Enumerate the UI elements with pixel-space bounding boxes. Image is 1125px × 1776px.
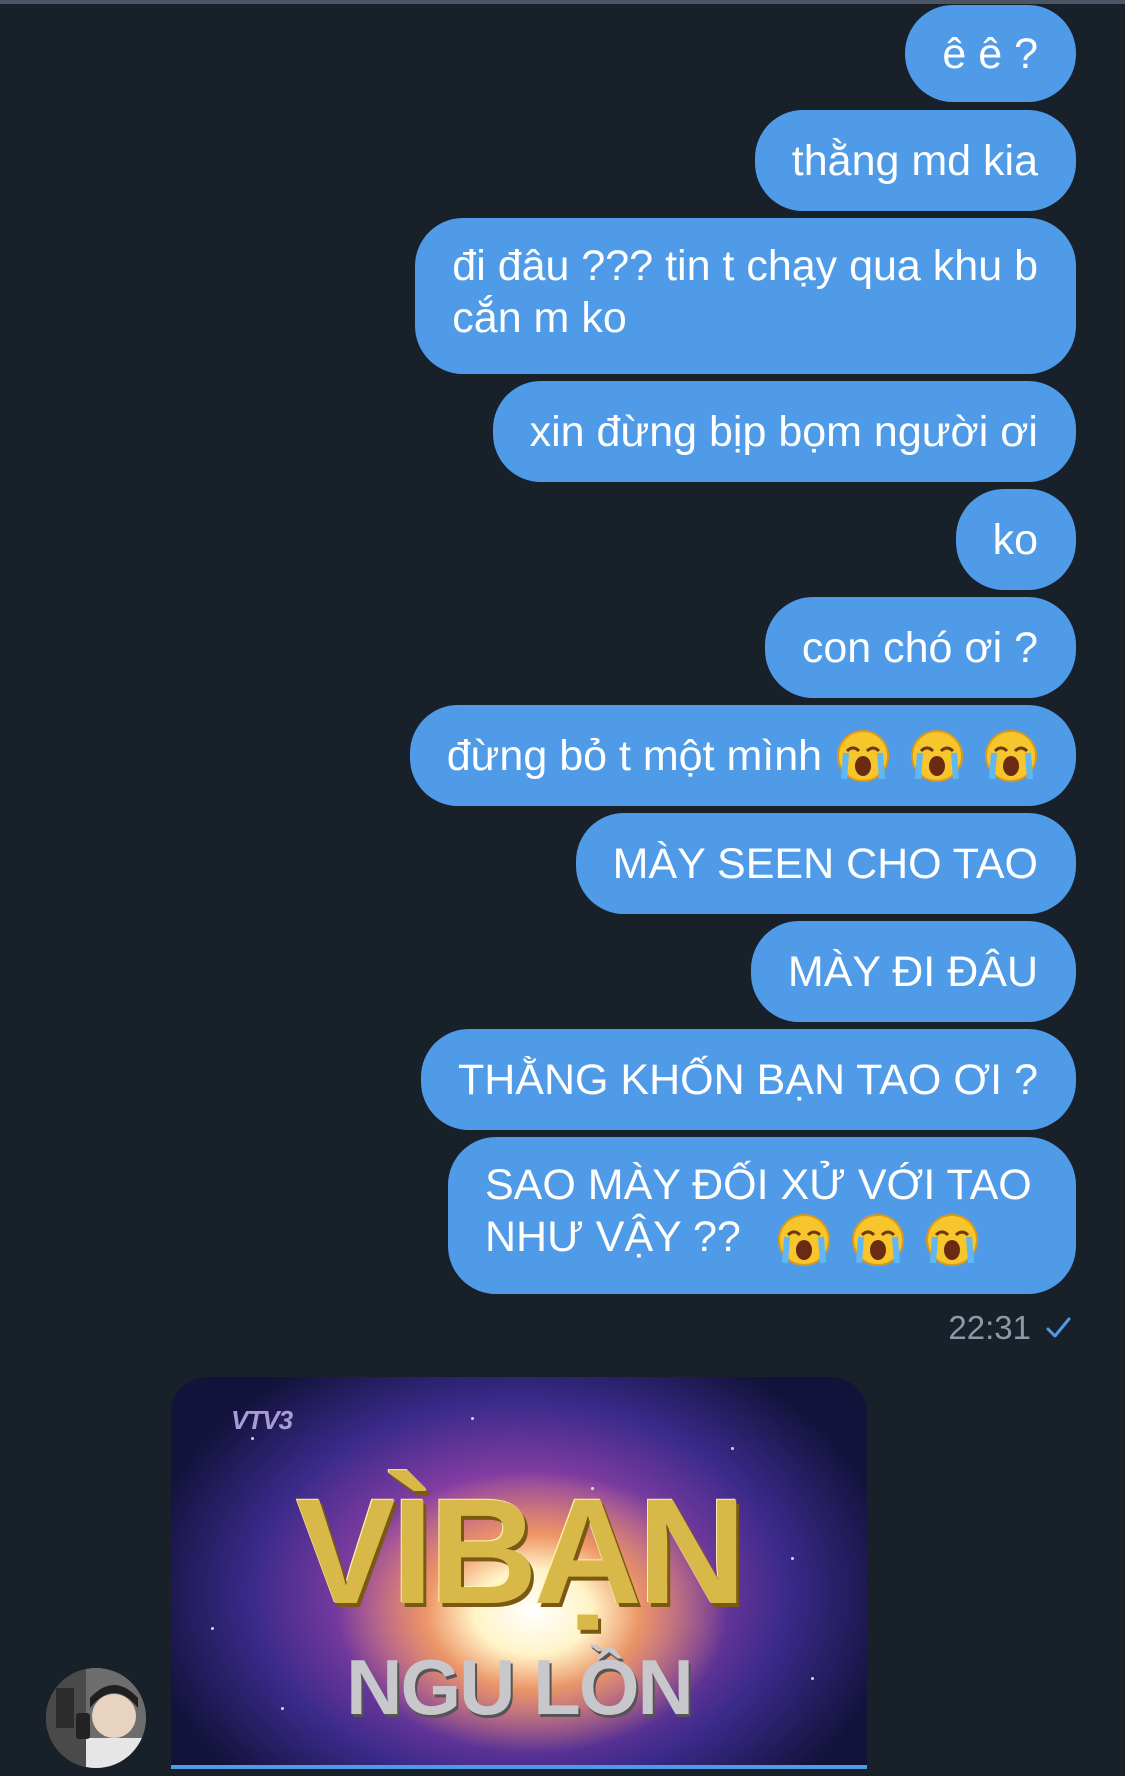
message-text: con chó ơi ? (801, 623, 1038, 672)
image-bottom-edge (171, 1765, 867, 1769)
loudly-crying-face-icon (837, 730, 890, 783)
image-title: VÌBẠN (295, 1467, 747, 1635)
message-text-line: NHƯ VẬY ?? (485, 1213, 741, 1261)
emoji-group (836, 728, 1038, 784)
message-bubble[interactable]: con chó ơi ? (764, 597, 1076, 698)
message-text: THẰNG KHỐN BẠN TAO ƠI ? (457, 1055, 1038, 1104)
message-bubble[interactable]: đừng bỏ t một mình (409, 705, 1076, 806)
message-bubble[interactable]: MÀY ĐI ĐÂU (750, 921, 1076, 1022)
message-text-line: cắn m ko (452, 294, 627, 342)
message-bubble[interactable]: xin đừng bịp bọm người ơi (492, 381, 1076, 482)
message-text-line-with-emoji: NHƯ VẬY ?? (485, 1211, 1038, 1267)
loudly-crying-face-icon (925, 1214, 978, 1267)
message-text: đừng bỏ t một mình (446, 731, 823, 780)
message-bubble[interactable]: đi đâu ??? tin t chạy qua khu b cắn m ko (415, 218, 1076, 374)
message-text: ê ê ? (942, 29, 1038, 78)
image-message[interactable]: VTV3 VÌBẠN NGU LỒN (171, 1377, 867, 1769)
avatar-photo (46, 1668, 146, 1768)
message-bubble[interactable]: THẰNG KHỐN BẠN TAO ƠI ? (420, 1029, 1076, 1130)
message-text: MÀY SEEN CHO TAO (612, 839, 1038, 888)
avatar[interactable] (46, 1668, 146, 1768)
emoji-group (777, 1212, 979, 1268)
message-bubble[interactable]: SAO MÀY ĐỐI XỬ VỚI TAO NHƯ VẬY ?? (448, 1137, 1076, 1294)
channel-logo: VTV3 (231, 1405, 293, 1435)
message-text-line: đi đâu ??? tin t chạy qua khu b (452, 242, 1038, 290)
check-icon (1046, 1317, 1071, 1338)
message-text: ko (992, 515, 1038, 564)
message-bubble[interactable]: MÀY SEEN CHO TAO (575, 813, 1076, 914)
loudly-crying-face-icon (851, 1214, 904, 1267)
loudly-crying-face-icon (985, 730, 1037, 783)
loudly-crying-face-icon (911, 730, 964, 783)
message-text: xin đừng bịp bọm người ơi (529, 407, 1038, 456)
message-text-line: SAO MÀY ĐỐI XỬ VỚI TAO (485, 1161, 1032, 1209)
message-text: thằng md kia (791, 136, 1038, 185)
message-bubble[interactable]: ê ê ? (905, 5, 1076, 102)
message-status: 22:31 (948, 1308, 1073, 1348)
timestamp: 22:31 (948, 1309, 1031, 1346)
chat-thread[interactable]: ê ê ? thằng md kia đi đâu ??? tin t chạy… (0, 0, 1125, 1776)
message-bubble[interactable]: thằng md kia (754, 110, 1076, 211)
loudly-crying-face-icon (777, 1214, 830, 1267)
message-bubble[interactable]: ko (955, 489, 1076, 590)
message-text: MÀY ĐI ĐÂU (787, 947, 1038, 996)
image-subtitle: NGU LỒN (346, 1643, 694, 1731)
